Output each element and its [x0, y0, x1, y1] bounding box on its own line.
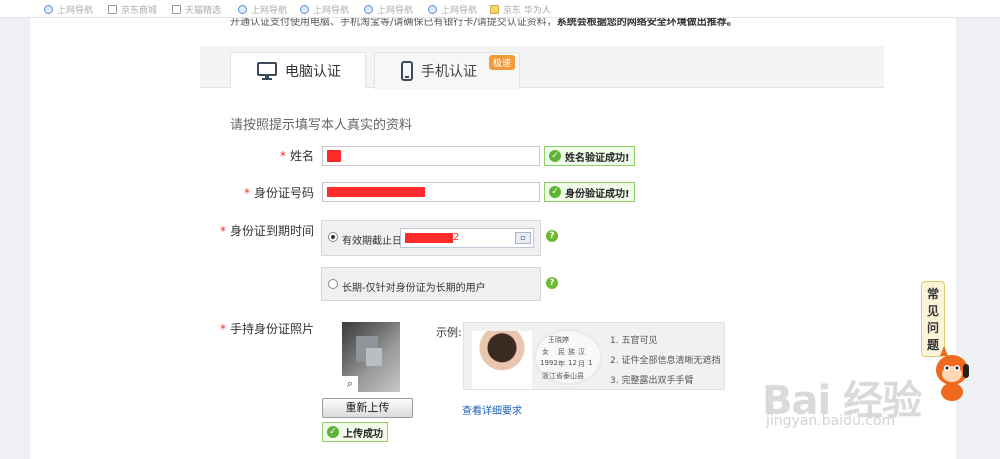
auth-method-tabs: 电脑认证 手机认证 极速	[200, 46, 884, 89]
uploaded-photo-thumbnail[interactable]: ⌕	[342, 322, 400, 392]
redacted-value	[327, 187, 425, 197]
tab-mobile-auth[interactable]: 手机认证 极速	[374, 52, 520, 89]
pixelated-area	[366, 348, 382, 366]
question-help-icon[interactable]: ?	[546, 277, 558, 289]
expiry-date-option: 有效期截止日 2 ▫	[321, 220, 541, 256]
view-detail-requirements-link[interactable]: 查看详细要求	[462, 402, 522, 417]
favorite-item[interactable]: 天猫精选	[172, 4, 221, 16]
zoom-icon[interactable]: ⌕	[342, 376, 358, 392]
example-person-image	[472, 331, 532, 389]
id-number-input[interactable]	[322, 182, 540, 202]
favorite-item[interactable]: 上网导航	[428, 4, 477, 16]
id-success-badge: ✓ 身份验证成功!	[544, 182, 635, 202]
notice-text: 开通认证支付使用电脑、手机淘宝等/请确保已有银行卡/请提交认证资料，系统会根据您…	[230, 18, 737, 28]
browser-favorites-bar: 上网导航 京东商城 天猫精选 上网导航 上网导航 上网导航 上网导航 京东 华为…	[0, 0, 1000, 18]
example-label: 示例:	[436, 326, 462, 339]
favorite-item[interactable]: 京东商城	[108, 4, 157, 16]
mascot-icon	[936, 346, 969, 401]
favorite-item[interactable]: 京东 华为人	[490, 4, 551, 16]
speed-badge: 极速	[488, 55, 515, 70]
favorite-item[interactable]: 上网导航	[44, 4, 93, 16]
expiry-label: * 身份证到期时间	[219, 224, 314, 238]
name-label: * 姓名	[279, 149, 314, 163]
favorite-item[interactable]: 上网导航	[300, 4, 349, 16]
form-intro: 请按照提示填写本人真实的资料	[230, 118, 413, 133]
expiry-long-term-option: 长期-仅针对身份证为长期的用户	[321, 267, 541, 301]
globe-icon	[428, 4, 437, 14]
folder-icon	[490, 4, 499, 14]
name-input[interactable]	[322, 146, 540, 166]
reupload-button[interactable]: 重新上传	[322, 398, 413, 418]
example-requirements: 1. 五官可见 2. 证件全部信息清晰无遮挡 3. 完整露出双手手臂	[610, 336, 721, 386]
phone-icon	[401, 61, 413, 81]
favorite-item[interactable]: 上网导航	[238, 4, 287, 16]
id-number-label: * 身份证号码	[243, 186, 314, 200]
check-icon: ✓	[549, 150, 561, 162]
redacted-value	[405, 233, 453, 243]
globe-icon	[364, 4, 373, 14]
page-icon	[108, 4, 117, 14]
name-success-badge: ✓ 姓名验证成功!	[544, 146, 635, 166]
globe-icon	[238, 4, 247, 14]
photo-label: * 手持身份证照片	[219, 322, 314, 336]
expiry-date-radio[interactable]	[328, 232, 338, 242]
calendar-icon[interactable]: ▫	[515, 232, 531, 244]
check-icon: ✓	[327, 426, 339, 438]
redacted-value	[327, 150, 341, 162]
check-icon: ✓	[549, 186, 561, 198]
monitor-icon	[257, 62, 277, 80]
example-id-card: 王晓婷 女 民 族 汉 1992 年 12 月 1 浙江省泰山县	[534, 329, 602, 385]
expiry-date-input[interactable]: 2 ▫	[400, 228, 534, 248]
question-help-icon[interactable]: ?	[546, 230, 558, 242]
upload-success-badge: ✓ 上传成功	[322, 422, 388, 442]
tab-pc-auth[interactable]: 电脑认证	[230, 52, 366, 89]
globe-icon	[44, 4, 53, 14]
long-term-radio[interactable]	[328, 279, 338, 289]
page-icon	[172, 4, 181, 14]
globe-icon	[300, 4, 309, 14]
watermark-url: jingyan.baidu.com	[766, 413, 896, 429]
favorite-item[interactable]: 上网导航	[364, 4, 413, 16]
example-photo: 王晓婷 女 民 族 汉 1992 年 12 月 1 浙江省泰山县 1. 五官可见…	[463, 322, 725, 390]
